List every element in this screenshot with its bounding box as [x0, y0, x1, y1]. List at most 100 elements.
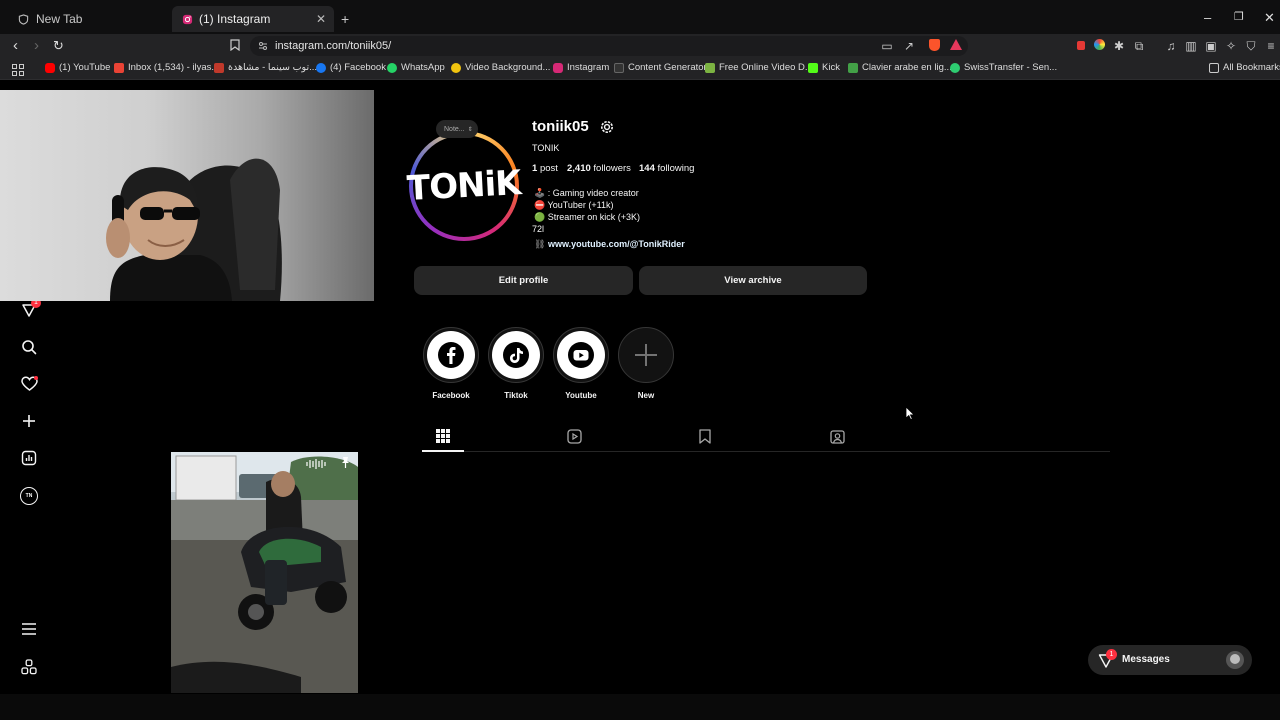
dashboard-nav[interactable] — [19, 448, 39, 468]
highlight-youtube[interactable] — [553, 327, 609, 383]
grid-icon — [436, 429, 450, 443]
minimize-icon[interactable]: – — [1204, 10, 1211, 25]
shield-icon — [18, 13, 29, 25]
tab-reels[interactable] — [566, 428, 582, 444]
address-bar[interactable]: instagram.com/toniik05/ ▭ ↗ — [250, 36, 968, 56]
dashboard-icon — [21, 450, 37, 466]
also-from-meta-nav[interactable] — [19, 657, 39, 677]
audio-waveform-icon — [305, 457, 329, 469]
reels-icon — [566, 428, 582, 444]
cast-icon[interactable]: ▭ — [880, 39, 894, 53]
screenshot-icon[interactable]: ⧉ — [1132, 39, 1146, 53]
bookmark-clavier-arabe[interactable]: Clavier arabe en lig... — [848, 62, 952, 73]
profile-full-name: TONIK — [532, 143, 560, 153]
close-tab-icon[interactable]: ✕ — [316, 12, 326, 26]
messages-badge: 1 — [1106, 649, 1117, 660]
share-icon[interactable]: ↗ — [902, 39, 916, 53]
bio-line: 🕹️ : Gaming video creator — [534, 188, 639, 198]
link-icon: ⛓ — [534, 239, 546, 249]
leo-ai-icon[interactable]: ✧ — [1224, 39, 1238, 53]
tiktok-icon — [503, 342, 529, 368]
messages-button[interactable]: 1 Messages — [1088, 645, 1252, 675]
tab-tagged[interactable] — [829, 428, 845, 444]
post-image — [171, 452, 358, 693]
wallet-icon[interactable]: ▣ — [1204, 39, 1218, 53]
edit-profile-button[interactable]: Edit profile — [414, 266, 633, 295]
profile-avatar[interactable]: TONiK — [406, 135, 522, 237]
window-close-icon[interactable]: ✕ — [1264, 10, 1275, 26]
highlight-new[interactable] — [618, 327, 674, 383]
reload-icon[interactable]: ↻ — [53, 38, 64, 54]
plus-icon — [635, 344, 657, 366]
brave-shield-icon[interactable] — [927, 39, 941, 53]
new-tab-button[interactable]: + — [341, 11, 349, 27]
vpn-icon[interactable]: ⛉ — [1244, 39, 1258, 53]
profile-nav[interactable]: TN — [19, 486, 39, 506]
bookmark-icon — [699, 428, 711, 444]
bookmark-kick[interactable]: Kick — [808, 62, 840, 73]
tab-instagram[interactable]: (1) Instagram ✕ — [172, 6, 334, 32]
followers-stat[interactable]: 2,410 followers — [567, 163, 631, 174]
tab-label: New Tab — [36, 12, 83, 26]
back-icon[interactable]: ‹ — [13, 37, 18, 54]
post-thumbnail[interactable] — [171, 452, 358, 693]
bookmarks-bar: (1) YouTube Inbox (1,534) - ilyas... توب… — [0, 58, 1280, 80]
tab-new-tab[interactable]: New Tab — [8, 6, 173, 32]
media-control-icon[interactable]: ♫ — [1164, 39, 1178, 53]
extension-color-icon[interactable] — [1092, 39, 1106, 53]
reels-nav[interactable]: 1 — [19, 298, 41, 320]
menu-icon — [22, 623, 36, 635]
search-nav[interactable] — [19, 337, 39, 357]
view-archive-button[interactable]: View archive — [639, 266, 867, 295]
extension-red-icon[interactable] — [1074, 39, 1088, 53]
instagram-icon — [553, 62, 563, 73]
apps-grid-icon[interactable] — [12, 63, 24, 81]
browser-menu-icon[interactable]: ≡ — [1264, 39, 1278, 53]
extensions-icon[interactable]: ✱ — [1112, 39, 1126, 53]
highlight-facebook[interactable] — [423, 327, 479, 383]
bio-line: ⛔ YouTuber (+11k) — [534, 200, 614, 210]
facebook-icon — [316, 62, 326, 73]
bookmark-video-downloader[interactable]: Free Online Video D... — [705, 62, 813, 73]
bookmark-content-generator[interactable]: Content Generator — [614, 62, 707, 73]
bookmark-page-icon[interactable] — [228, 39, 242, 53]
site-info-icon[interactable] — [258, 41, 268, 51]
forward-icon[interactable]: › — [34, 37, 39, 54]
create-nav[interactable] — [19, 411, 39, 431]
bookmark-whatsapp[interactable]: WhatsApp — [387, 62, 445, 73]
profile-avatar-icon: TN — [20, 487, 38, 505]
profile-link[interactable]: ⛓ www.youtube.com/@TonikRider — [534, 239, 685, 250]
posts-stat: 1 post — [532, 163, 558, 174]
highlight-tiktok[interactable] — [488, 327, 544, 383]
note-bubble[interactable]: Note... ⇕ — [436, 120, 478, 138]
bookmark-youtube[interactable]: (1) YouTube — [45, 62, 110, 73]
bookmark-video-background[interactable]: Video Background... — [451, 62, 550, 73]
pinned-icon — [339, 456, 352, 474]
notifications-nav[interactable] — [19, 374, 39, 394]
all-bookmarks[interactable]: All Bookmarks — [1209, 62, 1280, 73]
apps-icon — [21, 659, 37, 675]
bookmark-swisstransfer[interactable]: SwissTransfer - Sen... — [950, 62, 1057, 73]
brave-rewards-icon[interactable] — [949, 39, 963, 53]
youtube-icon — [45, 62, 55, 73]
bookmark-facebook[interactable]: (4) Facebook — [316, 62, 386, 73]
bio-line: 72l — [532, 224, 545, 234]
tab-saved[interactable] — [697, 428, 713, 444]
url-text: instagram.com/toniik05/ — [275, 40, 392, 52]
chevron-icon: ⇕ — [467, 126, 473, 133]
settings-button[interactable] — [598, 118, 616, 141]
keyboard-icon — [848, 62, 858, 73]
following-stat[interactable]: 144 following — [639, 163, 694, 174]
bookmark-gmail[interactable]: Inbox (1,534) - ilyas... — [114, 62, 219, 73]
bookmark-topcinema[interactable]: توب سينما - مشاهدة... — [214, 62, 317, 73]
tab-posts[interactable] — [435, 428, 451, 444]
topcinema-icon — [214, 62, 224, 73]
taskbar-strip — [0, 694, 1280, 720]
more-menu-nav[interactable] — [19, 619, 39, 639]
whatsapp-icon — [387, 62, 397, 73]
message-avatar — [1226, 651, 1244, 669]
bookmark-instagram[interactable]: Instagram — [553, 62, 609, 73]
sidebar-icon[interactable]: ▥ — [1184, 39, 1198, 53]
bio-line: 🟢 Streamer on kick (+3K) — [534, 212, 640, 222]
restore-icon[interactable]: ❐ — [1234, 10, 1244, 23]
